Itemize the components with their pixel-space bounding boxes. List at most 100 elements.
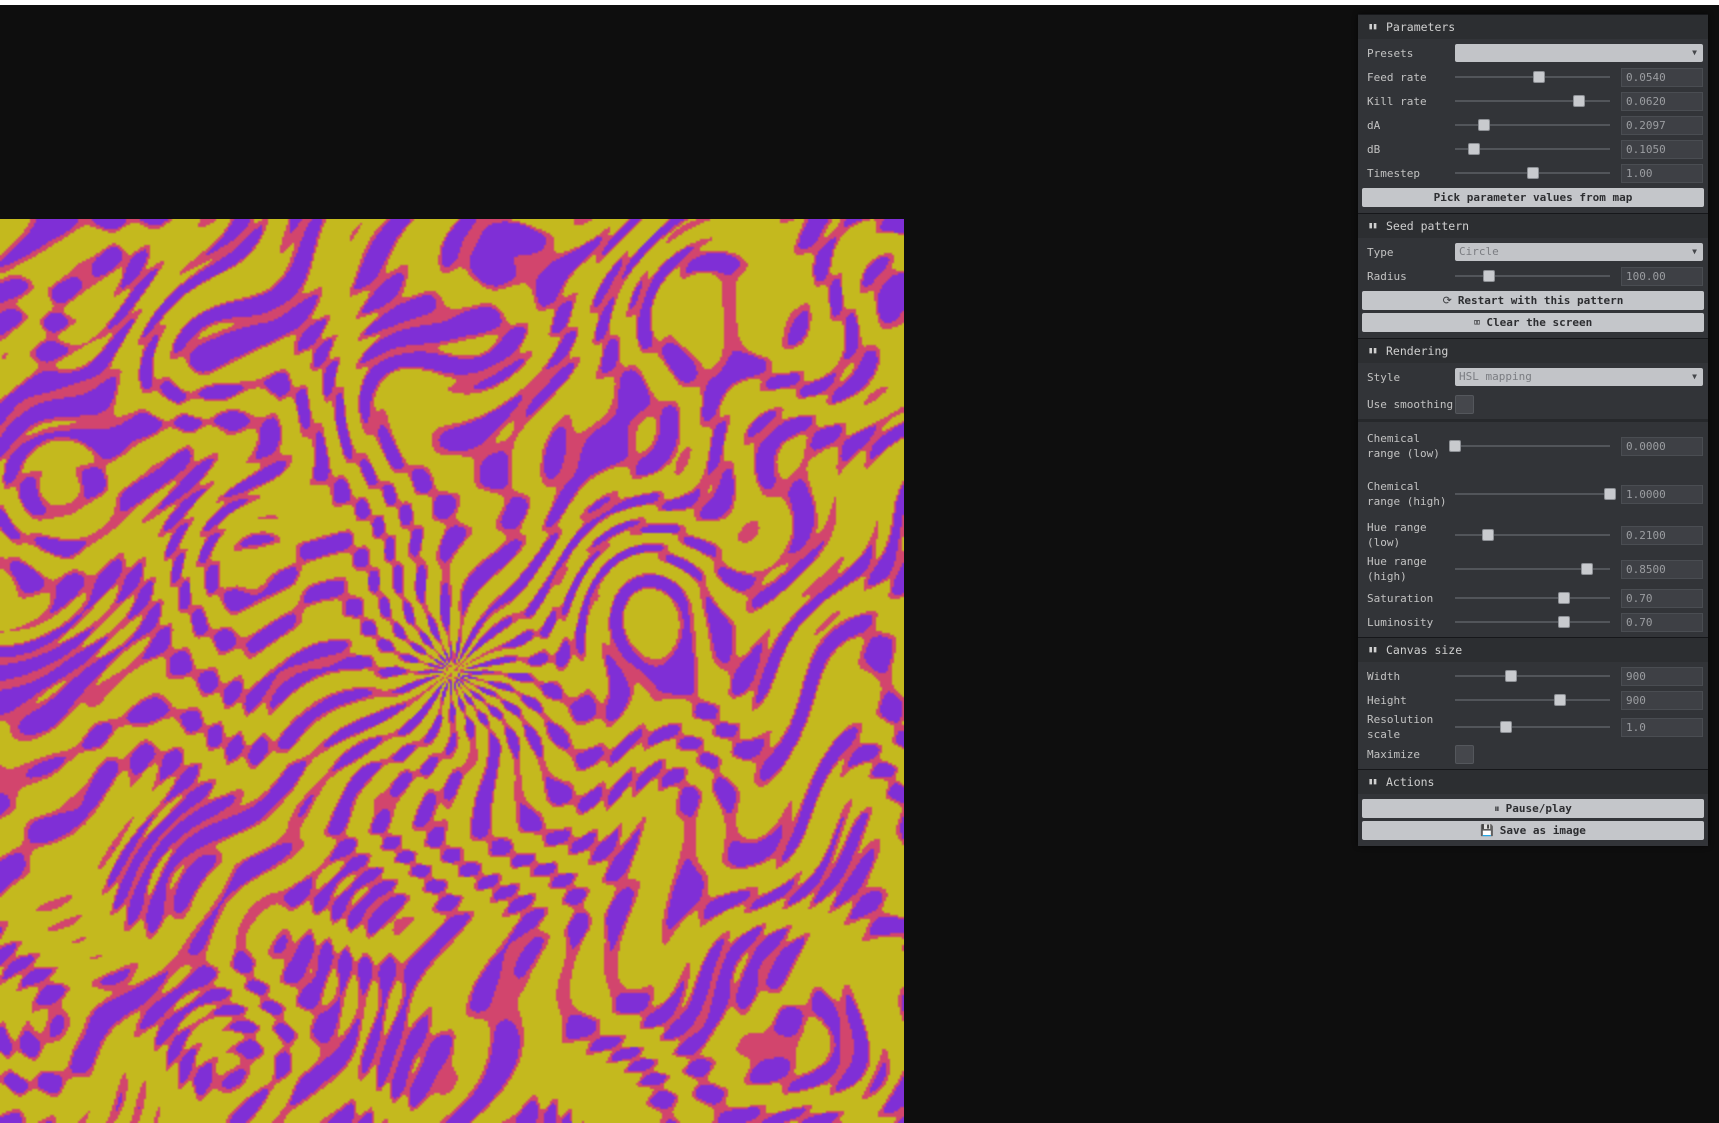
slider-handle[interactable] bbox=[1573, 95, 1585, 107]
save-image-button[interactable]: 💾 Save as image bbox=[1362, 821, 1704, 840]
da-slider[interactable] bbox=[1455, 116, 1610, 134]
width-input[interactable]: 900 bbox=[1621, 666, 1703, 686]
simulation-canvas[interactable] bbox=[0, 219, 904, 1123]
folder-parameters: Presets ▼ Feed rate 0.0540 Kill rate 0.0… bbox=[1358, 39, 1708, 213]
slider-handle[interactable] bbox=[1580, 563, 1593, 575]
slider-handle[interactable] bbox=[1557, 616, 1570, 628]
feed-rate-input[interactable]: 0.0540 bbox=[1621, 67, 1703, 87]
folder-canvas: Width 900 Height 900 Resolution scale 1.… bbox=[1358, 662, 1708, 769]
eraser-icon: ⌧ bbox=[1473, 316, 1481, 329]
hue-low-row: Hue range (low) 0.2100 bbox=[1362, 518, 1704, 552]
kill-rate-input[interactable]: 0.0620 bbox=[1621, 91, 1703, 111]
clear-screen-button[interactable]: ⌧ Clear the screen bbox=[1362, 313, 1704, 332]
resolution-row: Resolution scale 1.0 bbox=[1362, 712, 1704, 742]
slider-handle[interactable] bbox=[1478, 119, 1491, 131]
refresh-icon: ⟳ bbox=[1442, 294, 1452, 307]
kill-rate-row: Kill rate 0.0620 bbox=[1362, 89, 1704, 113]
maximize-checkbox[interactable] bbox=[1455, 744, 1474, 764]
chem-low-slider[interactable] bbox=[1449, 437, 1610, 455]
presets-row: Presets ▼ bbox=[1362, 41, 1704, 65]
db-slider[interactable] bbox=[1455, 140, 1610, 158]
da-label: dA bbox=[1367, 118, 1381, 132]
height-input[interactable]: 900 bbox=[1621, 690, 1703, 710]
kill-rate-label: Kill rate bbox=[1367, 94, 1427, 108]
folder-rendering-header[interactable]: ▮▮ Rendering bbox=[1358, 338, 1708, 363]
slider-handle[interactable] bbox=[1526, 167, 1539, 179]
slider-track bbox=[1455, 675, 1610, 677]
chem-high-row: Chemical range (high) 1.0000 bbox=[1362, 470, 1704, 518]
timestep-label: Timestep bbox=[1367, 166, 1420, 180]
slider-handle[interactable] bbox=[1504, 670, 1517, 682]
height-row: Height 900 bbox=[1362, 688, 1704, 712]
kill-rate-slider[interactable] bbox=[1455, 92, 1610, 110]
type-row: Type Circle ▼ bbox=[1362, 240, 1704, 264]
slider-handle[interactable] bbox=[1500, 721, 1513, 733]
chem-high-label: Chemical range (high) bbox=[1367, 480, 1447, 508]
style-row: Style HSL mapping ▼ bbox=[1362, 365, 1704, 389]
saturation-label: Saturation bbox=[1367, 591, 1434, 605]
radius-label: Radius bbox=[1367, 269, 1407, 283]
width-row: Width 900 bbox=[1362, 664, 1704, 688]
luminosity-slider[interactable] bbox=[1455, 613, 1610, 631]
hue-high-input[interactable]: 0.8500 bbox=[1621, 559, 1703, 579]
slider-track bbox=[1455, 445, 1610, 447]
hue-low-input[interactable]: 0.2100 bbox=[1621, 525, 1703, 545]
hue-high-slider[interactable] bbox=[1455, 560, 1610, 578]
resolution-slider[interactable] bbox=[1455, 718, 1610, 736]
restart-label: Restart with this pattern bbox=[1457, 294, 1624, 307]
pick-from-map-button[interactable]: Pick parameter values from map bbox=[1362, 188, 1704, 207]
type-select[interactable]: Circle ▼ bbox=[1455, 243, 1703, 261]
folder-parameters-header[interactable]: ▮▮ Parameters bbox=[1358, 14, 1708, 39]
height-slider[interactable] bbox=[1455, 691, 1610, 709]
saturation-input[interactable]: 0.70 bbox=[1621, 588, 1703, 608]
chem-high-slider[interactable] bbox=[1455, 485, 1616, 503]
radius-input[interactable]: 100.00 bbox=[1621, 266, 1703, 286]
feed-rate-slider[interactable] bbox=[1455, 68, 1610, 86]
slider-handle[interactable] bbox=[1604, 488, 1616, 500]
db-label: dB bbox=[1367, 142, 1381, 156]
hue-high-row: Hue range (high) 0.8500 bbox=[1362, 552, 1704, 586]
slider-handle[interactable] bbox=[1481, 529, 1494, 541]
folder-canvas-header[interactable]: ▮▮ Canvas size bbox=[1358, 637, 1708, 662]
smoothing-row: Use smoothing bbox=[1362, 389, 1704, 419]
resolution-input[interactable]: 1.0 bbox=[1621, 717, 1703, 737]
folder-seed: Type Circle ▼ Radius 100.00 ⟳ Restart wit… bbox=[1358, 238, 1708, 338]
db-input[interactable]: 0.1050 bbox=[1621, 139, 1703, 159]
chem-low-input[interactable]: 0.0000 bbox=[1621, 436, 1703, 456]
slider-handle[interactable] bbox=[1557, 592, 1570, 604]
slider-track bbox=[1455, 100, 1610, 102]
folder-rendering: Style HSL mapping ▼ Use smoothing Chemic… bbox=[1358, 363, 1708, 637]
saturation-slider[interactable] bbox=[1455, 589, 1610, 607]
control-panel: ▮▮ Parameters Presets ▼ Feed rate 0.0540… bbox=[1358, 14, 1708, 846]
radius-slider[interactable] bbox=[1455, 267, 1610, 285]
smoothing-label: Use smoothing bbox=[1367, 397, 1454, 411]
top-strip bbox=[0, 0, 1719, 5]
maximize-label: Maximize bbox=[1367, 747, 1420, 761]
width-slider[interactable] bbox=[1455, 667, 1610, 685]
folder-seed-header[interactable]: ▮▮ Seed pattern bbox=[1358, 213, 1708, 238]
folder-title: Actions bbox=[1386, 775, 1435, 789]
slider-handle[interactable] bbox=[1532, 71, 1545, 83]
slider-handle[interactable] bbox=[1449, 440, 1461, 452]
da-input[interactable]: 0.2097 bbox=[1621, 115, 1703, 135]
restart-button[interactable]: ⟳ Restart with this pattern bbox=[1362, 291, 1704, 310]
maximize-row: Maximize bbox=[1362, 742, 1704, 766]
hue-low-slider[interactable] bbox=[1455, 526, 1610, 544]
timestep-slider[interactable] bbox=[1455, 164, 1610, 182]
presets-label: Presets bbox=[1367, 46, 1414, 60]
style-select[interactable]: HSL mapping ▼ bbox=[1455, 368, 1703, 386]
slider-handle[interactable] bbox=[1467, 143, 1480, 155]
folder-actions-header[interactable]: ▮▮ Actions bbox=[1358, 769, 1708, 794]
pause-play-button[interactable]: ⏸ Pause/play bbox=[1362, 799, 1704, 818]
collapse-icon: ▮▮ bbox=[1368, 221, 1378, 231]
pause-icon: ⏸ bbox=[1494, 802, 1500, 815]
slider-handle[interactable] bbox=[1554, 694, 1567, 706]
luminosity-row: Luminosity 0.70 bbox=[1362, 610, 1704, 634]
presets-select[interactable]: ▼ bbox=[1455, 44, 1703, 62]
slider-track bbox=[1455, 534, 1610, 536]
luminosity-input[interactable]: 0.70 bbox=[1621, 612, 1703, 632]
smoothing-checkbox[interactable] bbox=[1455, 394, 1474, 414]
slider-handle[interactable] bbox=[1483, 270, 1496, 282]
timestep-input[interactable]: 1.00 bbox=[1621, 163, 1703, 183]
chem-high-input[interactable]: 1.0000 bbox=[1621, 484, 1703, 504]
